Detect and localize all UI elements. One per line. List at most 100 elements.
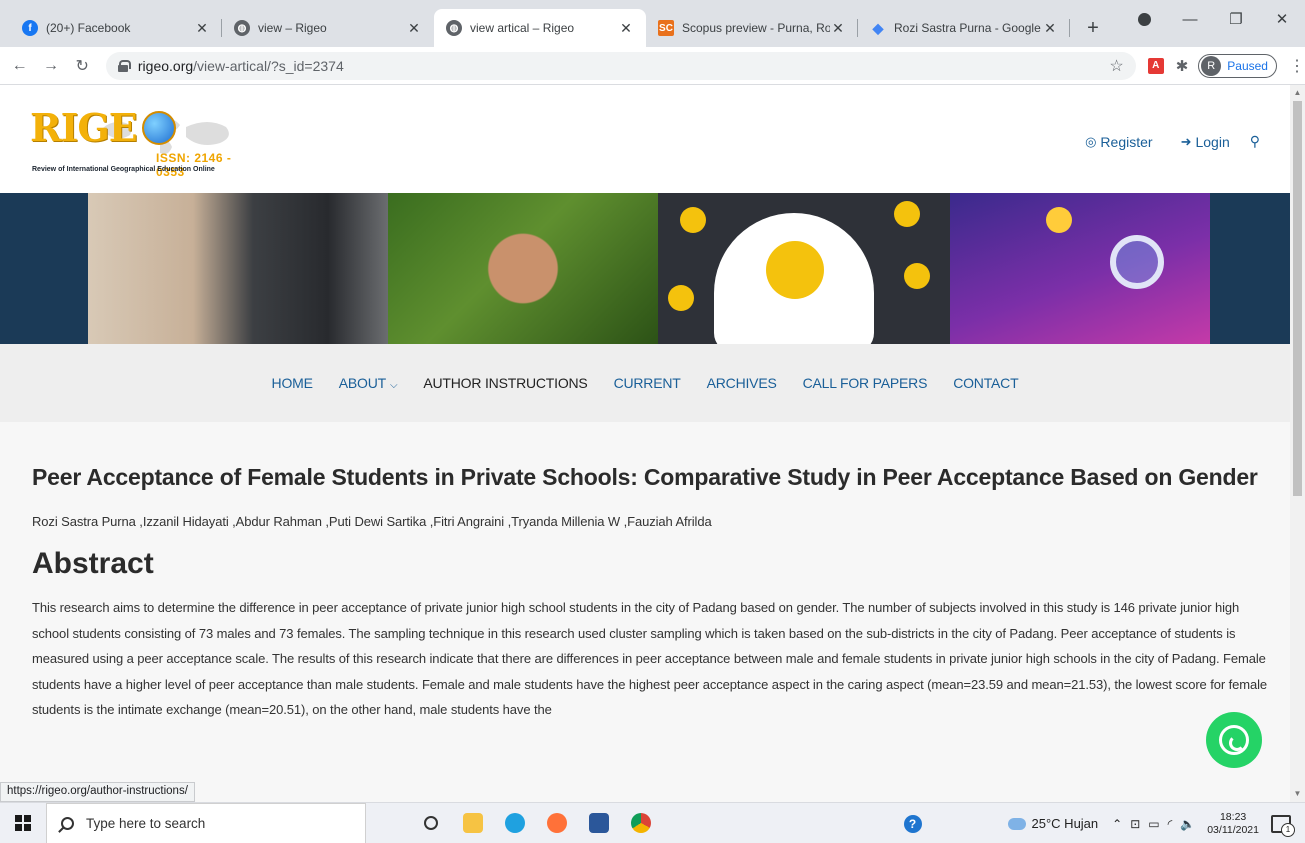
taskview-icon (424, 816, 438, 830)
tab-view-artical-rigeo[interactable]: ◍ view artical – Rigeo ✕ (434, 9, 646, 47)
nav-contact[interactable]: CONTACT (953, 375, 1018, 391)
minimize-button[interactable]: — (1167, 11, 1213, 28)
logo-wordmark: RIGE (30, 105, 138, 150)
downloads-icon[interactable] (1121, 12, 1167, 26)
battery-icon[interactable]: ▭ (1148, 817, 1159, 831)
article-title: Peer Acceptance of Female Students in Pr… (32, 464, 1258, 490)
account-links: ◎ Register ➜ Login ⚲ (1057, 133, 1260, 150)
scroll-down-icon[interactable]: ▼ (1290, 786, 1305, 802)
weather-cloud-icon (1007, 817, 1026, 830)
nav-about-label: ABOUT (338, 375, 386, 391)
globe-icon: ◍ (234, 20, 250, 36)
close-window-button[interactable]: ✕ (1259, 10, 1305, 28)
chevron-up-icon[interactable]: ⌃ (1112, 817, 1122, 831)
bookmark-star-icon[interactable]: ☆ (1109, 56, 1123, 76)
taskbar-clock[interactable]: 18:23 03/11/2021 (1207, 811, 1259, 837)
sign-in-icon: ➜ (1180, 133, 1192, 149)
tab-title: (20+) Facebook (46, 21, 131, 35)
tab-facebook[interactable]: f (20+) Facebook ✕ (10, 9, 222, 47)
close-icon[interactable]: ✕ (406, 20, 422, 37)
scholar-icon: ◆ (872, 19, 884, 36)
windows-logo-icon (15, 815, 31, 831)
site-header: RIGE ISSN: 2146 - 0353 Review of Interna… (0, 85, 1290, 193)
new-tab-button[interactable]: + (1078, 9, 1108, 47)
nav-author-instructions[interactable]: AUTHOR INSTRUCTIONS (423, 375, 587, 391)
nav-call-for-papers[interactable]: CALL FOR PAPERS (803, 375, 928, 391)
browser-toolbar: ← → ↻ rigeo.org/view-artical/?s_id=2374 … (0, 47, 1305, 85)
tab-google-scholar[interactable]: ◆ Rozi Sastra Purna - Google Scholar ✕ (858, 9, 1070, 47)
tab-title: view – Rigeo (258, 21, 327, 35)
word-button[interactable] (578, 803, 620, 843)
weather-widget[interactable]: 25°C Hujan (1007, 816, 1099, 831)
help-icon[interactable]: ? (903, 814, 922, 833)
close-icon[interactable]: ✕ (830, 20, 846, 37)
search-icon (61, 816, 74, 830)
pdf-extension-icon[interactable]: A (1147, 57, 1164, 74)
reload-button[interactable]: ↻ (71, 56, 94, 76)
wifi-icon[interactable]: ◜ (1168, 817, 1173, 831)
abstract-text: This research aims to determine the diff… (32, 600, 1267, 717)
puzzle-extensions-icon[interactable]: ✱ (1176, 57, 1189, 75)
globe-logo-icon (142, 111, 176, 145)
register-link[interactable]: ◎ Register (1085, 134, 1152, 150)
chrome-button[interactable] (620, 803, 662, 843)
extension-area: A ✱ R Paused ⋮ (1147, 53, 1305, 78)
whatsapp-chat-button[interactable] (1206, 712, 1262, 768)
forward-button[interactable]: → (39, 57, 62, 75)
browser-tab-strip: f (20+) Facebook ✕ ◍ view – Rigeo ✕ ◍ vi… (0, 0, 1305, 47)
profile-status: Paused (1227, 58, 1268, 73)
close-icon[interactable]: ✕ (618, 20, 634, 37)
edge-button[interactable] (494, 803, 536, 843)
clock-time: 18:23 (1219, 810, 1247, 823)
page-viewport: RIGE ISSN: 2146 - 0353 Review of Interna… (0, 85, 1290, 802)
search-icon[interactable]: ⚲ (1250, 133, 1260, 150)
lock-icon[interactable] (117, 59, 131, 72)
login-link[interactable]: ➜ Login (1181, 134, 1230, 150)
site-tagline: Review of International Geographical Edu… (32, 166, 215, 173)
taskbar-search[interactable]: Type here to search (46, 802, 366, 843)
taskbar-apps (410, 803, 662, 843)
banner-children-image (88, 193, 388, 344)
tab-title: Rozi Sastra Purna - Google Scholar (894, 21, 1042, 35)
whatsapp-icon (1219, 725, 1249, 755)
notification-center-icon[interactable] (1271, 814, 1295, 837)
page-scrollbar[interactable]: ▲ ▼ (1290, 85, 1305, 802)
file-explorer-button[interactable] (452, 803, 494, 843)
volume-icon[interactable]: 🔈 (1180, 817, 1195, 831)
login-label: Login (1195, 133, 1230, 150)
firefox-button[interactable] (536, 803, 578, 843)
header-banner (0, 193, 1290, 353)
kebab-menu-icon[interactable]: ⋮ (1289, 56, 1305, 76)
nav-archives[interactable]: ARCHIVES (707, 375, 777, 391)
tab-scopus-preview[interactable]: SC Scopus preview - Purna, Rozi ✕ (646, 9, 858, 47)
address-bar[interactable]: rigeo.org/view-artical/?s_id=2374 ☆ (105, 51, 1136, 80)
url-path: /view-artical/?s_id=2374 (193, 57, 344, 74)
profile-button[interactable]: R Paused (1198, 53, 1277, 78)
main-navigation: HOME ABOUT ⌵ AUTHOR INSTRUCTIONS CURRENT … (0, 344, 1290, 422)
tab-title: Scopus preview - Purna, Rozi (682, 21, 830, 35)
banner-science-image (950, 193, 1210, 344)
meet-now-icon[interactable]: ⊡ (1130, 817, 1140, 831)
file-explorer-icon (463, 813, 483, 833)
taskbar-search-placeholder: Type here to search (86, 815, 206, 831)
restore-button[interactable]: ❐ (1213, 10, 1259, 28)
back-button[interactable]: ← (8, 57, 31, 75)
start-button[interactable] (0, 815, 46, 831)
abstract-heading: Abstract (32, 547, 154, 580)
windows-taskbar: Type here to search ? 25°C Hujan ⌃ ⊡ ▭ ◜… (0, 802, 1305, 843)
scrollbar-thumb[interactable] (1293, 101, 1302, 496)
banner-lightbulb-image (658, 193, 950, 353)
nav-about[interactable]: ABOUT ⌵ (339, 375, 398, 391)
close-icon[interactable]: ✕ (194, 20, 210, 37)
site-logo[interactable]: RIGE ISSN: 2146 - 0353 Review of Interna… (30, 105, 260, 179)
nav-current[interactable]: CURRENT (614, 375, 681, 391)
scroll-up-icon[interactable]: ▲ (1290, 85, 1305, 101)
nav-home[interactable]: HOME (272, 375, 313, 391)
tab-view-rigeo[interactable]: ◍ view – Rigeo ✕ (222, 9, 434, 47)
weather-text: 25°C Hujan (1031, 816, 1099, 831)
taskview-button[interactable] (410, 803, 452, 843)
user-circle-icon: ◎ (1085, 133, 1097, 149)
close-icon[interactable]: ✕ (1042, 20, 1058, 37)
scopus-icon: SC (658, 20, 674, 36)
edge-icon (505, 813, 525, 833)
